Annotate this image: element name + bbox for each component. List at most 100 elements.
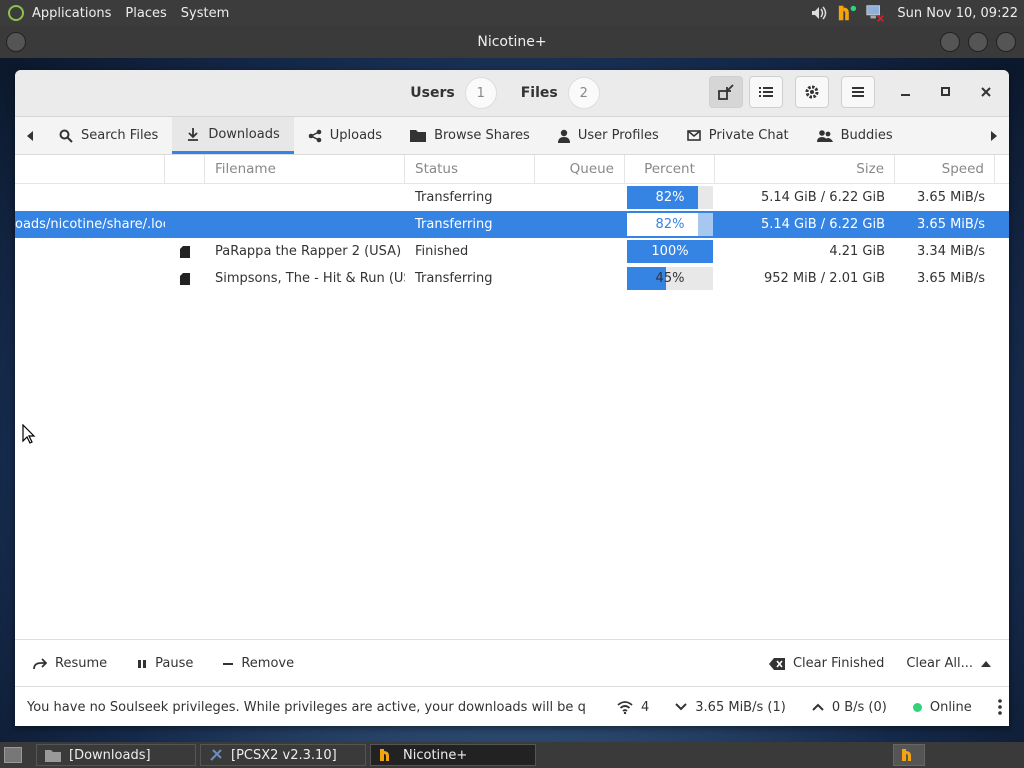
window-title: Nicotine+ <box>477 34 547 50</box>
resume-label: Resume <box>55 656 108 671</box>
menu-system[interactable]: System <box>181 6 229 21</box>
taskbar-item-nicotine[interactable]: Nicotine+ <box>370 744 536 766</box>
size-cell: 952 MiB / 2.01 GiB <box>763 271 885 286</box>
queue-cell <box>535 265 625 292</box>
chevron-up-icon <box>981 661 991 667</box>
tab-buddies[interactable]: Buddies <box>803 117 907 154</box>
column-header-speed[interactable]: Speed <box>895 155 995 183</box>
column-header-queue[interactable]: Queue <box>535 155 625 183</box>
resume-button[interactable]: Resume <box>33 656 107 671</box>
tabs-scroll-left-button[interactable] <box>15 117 45 154</box>
window-menu-button[interactable] <box>6 32 26 52</box>
downloads-table-body: Transferring 82% 5.14 GiB / 6.22 GiB 3.6… <box>15 184 1009 292</box>
status-cell: Transferring <box>415 271 493 286</box>
percent-cell: 82% <box>625 184 715 211</box>
wm-close-button[interactable] <box>996 32 1016 52</box>
connections-count: 4 <box>641 699 650 715</box>
column-header-filename[interactable]: Filename <box>205 155 405 183</box>
column-header-icon[interactable] <box>165 155 205 183</box>
file-icon <box>180 245 190 258</box>
tab-private-chat[interactable]: Private Chat <box>673 117 803 154</box>
taskbar-item-pcsx2[interactable]: [PCSX2 v2.3.10] <box>200 744 366 766</box>
tab-search-files[interactable]: Search Files <box>45 117 172 154</box>
tab-label: Downloads <box>208 126 280 142</box>
taskbar-tray-nicotine-icon[interactable] <box>893 744 925 766</box>
file-type-cell <box>165 238 205 265</box>
status-cell: Transferring <box>415 190 493 205</box>
share-icon <box>308 129 322 142</box>
main-menu-button[interactable] <box>841 76 875 108</box>
progress-label: 82% <box>655 190 685 205</box>
table-row[interactable]: PaRappa the Rapper 2 (USA) (En,Fr,De,Es,… <box>15 238 1009 265</box>
show-desktop-icon[interactable] <box>4 747 22 763</box>
search-icon <box>59 129 73 143</box>
column-header-percent[interactable]: Percent <box>625 155 715 183</box>
download-icon <box>188 128 199 141</box>
upload-speed-indicator[interactable]: 0 B/s (0) <box>812 700 887 715</box>
list-view-button[interactable] <box>749 76 783 108</box>
status-menu-button[interactable] <box>997 699 1002 715</box>
close-button[interactable] <box>969 76 1003 108</box>
action-bar: Resume Pause Remove Clear Finished Clear… <box>15 639 1009 687</box>
clock[interactable]: Sun Nov 10, 09:22 <box>897 6 1018 21</box>
minimize-button[interactable] <box>889 76 923 108</box>
volume-icon[interactable] <box>809 3 829 23</box>
speed-cell: 3.65 MiB/s <box>917 190 985 205</box>
tabs-scroll-right-button[interactable] <box>979 117 1009 154</box>
queue-cell <box>535 184 625 211</box>
clear-all-button[interactable]: Clear All... <box>906 656 991 671</box>
table-row[interactable]: Simpsons, The - Hit & Run (USA) Transfer… <box>15 265 1009 292</box>
pause-button[interactable]: Pause <box>137 656 193 671</box>
filename-cell <box>205 184 405 211</box>
hamburger-icon <box>852 87 864 97</box>
taskbar-item-label: [Downloads] <box>69 747 151 763</box>
redo-arrow-icon <box>33 657 47 669</box>
queue-cell <box>535 238 625 265</box>
tab-downloads[interactable]: Downloads <box>172 117 294 154</box>
list-icon <box>759 87 773 97</box>
percent-cell: 100% <box>625 238 715 265</box>
nicotine-tray-icon[interactable] <box>837 3 857 23</box>
tab-user-profiles[interactable]: User Profiles <box>544 117 673 154</box>
nicotine-window: Users 1 Files 2 Search Files Downloads U… <box>15 70 1009 726</box>
wm-minimize-button[interactable] <box>940 32 960 52</box>
tab-browse-shares[interactable]: Browse Shares <box>396 117 544 154</box>
network-icon[interactable] <box>865 3 885 23</box>
connections-indicator[interactable]: 4 <box>617 700 649 715</box>
percent-cell: 82% <box>625 211 715 238</box>
folder-icon <box>45 749 61 762</box>
backspace-icon <box>768 657 785 670</box>
progress-label: 100% <box>651 244 689 259</box>
column-header-path[interactable] <box>15 155 165 183</box>
remove-button[interactable]: Remove <box>223 656 294 671</box>
menu-places[interactable]: Places <box>125 6 166 21</box>
tab-label: Browse Shares <box>434 128 530 143</box>
speed-cell: 3.65 MiB/s <box>917 217 985 232</box>
mint-logo-icon[interactable] <box>8 5 24 21</box>
table-row[interactable]: oads/nicotine/share/.local/ Transferring… <box>15 211 1009 238</box>
maximize-button[interactable] <box>929 76 963 108</box>
mail-icon <box>686 130 701 141</box>
window-titlebar[interactable]: Nicotine+ <box>0 26 1024 58</box>
path-cell <box>15 184 165 211</box>
pause-label: Pause <box>155 656 194 671</box>
collapse-tree-button[interactable] <box>709 76 743 108</box>
online-status-label: Online <box>929 699 972 715</box>
progress-label: 82% <box>655 217 685 232</box>
tab-label: Uploads <box>329 128 383 143</box>
taskbar-item-downloads[interactable]: [Downloads] <box>36 744 196 766</box>
progress-bar: 45% <box>627 267 713 290</box>
menu-applications[interactable]: Applications <box>32 6 111 21</box>
preferences-button[interactable] <box>795 76 829 108</box>
wm-maximize-button[interactable] <box>968 32 988 52</box>
pcsx2-icon <box>210 749 222 761</box>
column-header-size[interactable]: Size <box>715 155 895 183</box>
table-row[interactable]: Transferring 82% 5.14 GiB / 6.22 GiB 3.6… <box>15 184 1009 211</box>
column-header-status[interactable]: Status <box>405 155 535 183</box>
tab-uploads[interactable]: Uploads <box>294 117 396 154</box>
online-status-button[interactable]: Online <box>912 699 972 715</box>
taskbar-item-label: Nicotine+ <box>403 747 468 763</box>
remove-label: Remove <box>241 656 295 671</box>
clear-finished-button[interactable]: Clear Finished <box>768 656 884 671</box>
download-speed-indicator[interactable]: 3.65 MiB/s (1) <box>675 700 786 715</box>
